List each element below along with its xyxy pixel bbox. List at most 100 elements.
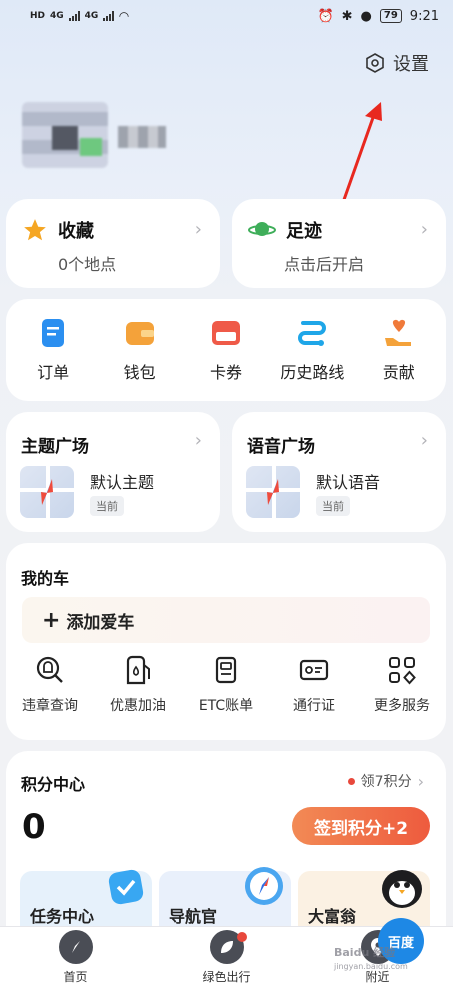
- compass-icon: [58, 930, 93, 964]
- car-service-pass[interactable]: 通行证: [271, 655, 357, 715]
- gear-icon: [366, 53, 384, 73]
- sign-in-button[interactable]: 签到积分+2: [292, 807, 430, 845]
- theme-option-name: 默认主题: [90, 473, 155, 492]
- settings-button[interactable]: 设置: [365, 50, 429, 76]
- footprint-title: 足迹: [286, 221, 322, 242]
- battery-indicator: 79: [379, 9, 402, 23]
- favorites-title: 收藏: [58, 221, 94, 242]
- order-icon: [37, 317, 69, 349]
- wifi-icon: ◠: [119, 9, 129, 23]
- car-services: 违章查询 优惠加油 ETC账单 通行证 更多服务: [6, 655, 446, 715]
- voice-thumbnail: [246, 466, 300, 518]
- tool-label: 订单: [37, 363, 70, 382]
- nav-label: 首页: [63, 970, 88, 984]
- chevron-right-icon: ›: [420, 430, 428, 451]
- car-service-label: 违章查询: [22, 698, 78, 714]
- tool-wallet[interactable]: 钱包: [99, 317, 181, 383]
- wallet-icon: [124, 317, 156, 349]
- tool-label: 历史路线: [280, 363, 345, 382]
- status-bar: HD 4G 4G ◠ ⏰ ✱ ● 79 9:21: [0, 0, 453, 32]
- reward-link[interactable]: 领7积分 ›: [347, 771, 424, 791]
- current-badge: 当前: [316, 496, 350, 516]
- points-value: 0: [22, 807, 46, 847]
- signal1-icon: [68, 11, 80, 21]
- my-car-title: 我的车: [21, 569, 70, 588]
- car-service-etc[interactable]: ETC账单: [183, 655, 269, 715]
- network1-label: 4G: [50, 11, 64, 21]
- nav-green-travel[interactable]: 绿色出行: [177, 930, 277, 985]
- theme-thumbnail: [20, 466, 74, 518]
- compass-badge-icon: [245, 867, 283, 905]
- add-car-button[interactable]: + 添加爱车: [22, 597, 430, 643]
- violation-query-icon: [36, 656, 63, 683]
- checkmark-badge-icon: [108, 869, 144, 905]
- plus-icon: +: [42, 607, 61, 633]
- car-service-label: 通行证: [293, 698, 335, 714]
- car-service-label: ETC账单: [198, 698, 254, 714]
- task-label: 任务中心: [30, 907, 95, 926]
- task-label: 导航官: [169, 907, 218, 926]
- settings-label: 设置: [393, 54, 429, 75]
- chevron-right-icon: ›: [417, 771, 424, 791]
- compass-needle-icon: [41, 479, 53, 505]
- tool-coupon[interactable]: 卡券: [185, 317, 267, 383]
- tools-card: 订单 钱包 卡券 历史路线 贡献: [6, 299, 446, 401]
- car-service-fuel[interactable]: 优惠加油: [95, 655, 181, 715]
- username-blurred[interactable]: [118, 126, 166, 148]
- network2-label: 4G: [84, 11, 99, 21]
- chevron-right-icon: ›: [194, 430, 202, 451]
- location-icon: ●: [360, 8, 372, 24]
- tool-label: 卡券: [209, 363, 242, 382]
- reward-text: 领7积分: [360, 774, 412, 790]
- more-services-icon: [389, 657, 416, 685]
- notification-dot: [236, 932, 247, 942]
- add-car-label: 添加爱车: [66, 612, 135, 633]
- sim1-badge: HD: [30, 11, 46, 21]
- coupon-icon: [210, 317, 242, 349]
- alarm-icon: ⏰: [317, 8, 334, 24]
- tool-label: 钱包: [123, 363, 156, 382]
- theme-square-card[interactable]: 主题广场 › 默认主题 当前: [6, 412, 220, 532]
- watermark-brand: Baidu 经验: [334, 946, 396, 959]
- tool-route-history[interactable]: 历史路线: [271, 317, 353, 383]
- car-service-violation[interactable]: 违章查询: [7, 655, 93, 715]
- baidu-watermark: 百度 Baidu 经验 jingyan.baidu.com: [322, 918, 432, 978]
- tool-order[interactable]: 订单: [12, 317, 94, 383]
- signal2-icon: [103, 11, 115, 21]
- compass-needle-icon: [267, 479, 279, 505]
- status-left: HD 4G 4G ◠: [30, 9, 129, 23]
- points-title: 积分中心: [21, 775, 86, 794]
- tool-label: 贡献: [382, 363, 415, 382]
- favorites-subtitle: 0个地点: [58, 255, 117, 274]
- car-service-more[interactable]: 更多服务: [359, 655, 445, 715]
- footprint-card[interactable]: 足迹 点击后开启 ›: [232, 199, 446, 288]
- nav-home[interactable]: 首页: [26, 930, 126, 985]
- clock: 9:21: [409, 8, 439, 24]
- pass-card-icon: [299, 659, 329, 681]
- nav-label: 绿色出行: [202, 970, 251, 984]
- car-service-label: 更多服务: [374, 698, 430, 714]
- favorites-card[interactable]: 收藏 0个地点 ›: [6, 199, 220, 288]
- contribution-icon: [383, 317, 415, 349]
- etc-bill-icon: [215, 656, 237, 684]
- red-dot-icon: [347, 777, 355, 785]
- car-service-label: 优惠加油: [110, 698, 166, 714]
- voice-option-name: 默认语音: [316, 473, 381, 492]
- voice-title: 语音广场: [247, 437, 315, 457]
- watermark-url: jingyan.baidu.com: [334, 962, 408, 971]
- penguin-icon: [382, 870, 422, 908]
- chevron-right-icon: ›: [194, 219, 202, 240]
- theme-title: 主题广场: [21, 437, 89, 457]
- bluetooth-icon: ✱: [341, 8, 353, 24]
- footprint-subtitle: 点击后开启: [284, 255, 365, 274]
- star-icon: [24, 219, 46, 241]
- voice-square-card[interactable]: 语音广场 › 默认语音 当前: [232, 412, 446, 532]
- current-badge: 当前: [90, 496, 124, 516]
- my-car-card: 我的车 + 添加爱车 违章查询 优惠加油 ETC账单 通行证 更多服务: [6, 543, 446, 740]
- tool-contribution[interactable]: 贡献: [358, 317, 440, 383]
- fuel-icon: [126, 655, 150, 685]
- chevron-right-icon: ›: [420, 219, 428, 240]
- route-history-icon: [296, 317, 328, 349]
- planet-icon: [248, 222, 276, 236]
- avatar[interactable]: [22, 102, 108, 168]
